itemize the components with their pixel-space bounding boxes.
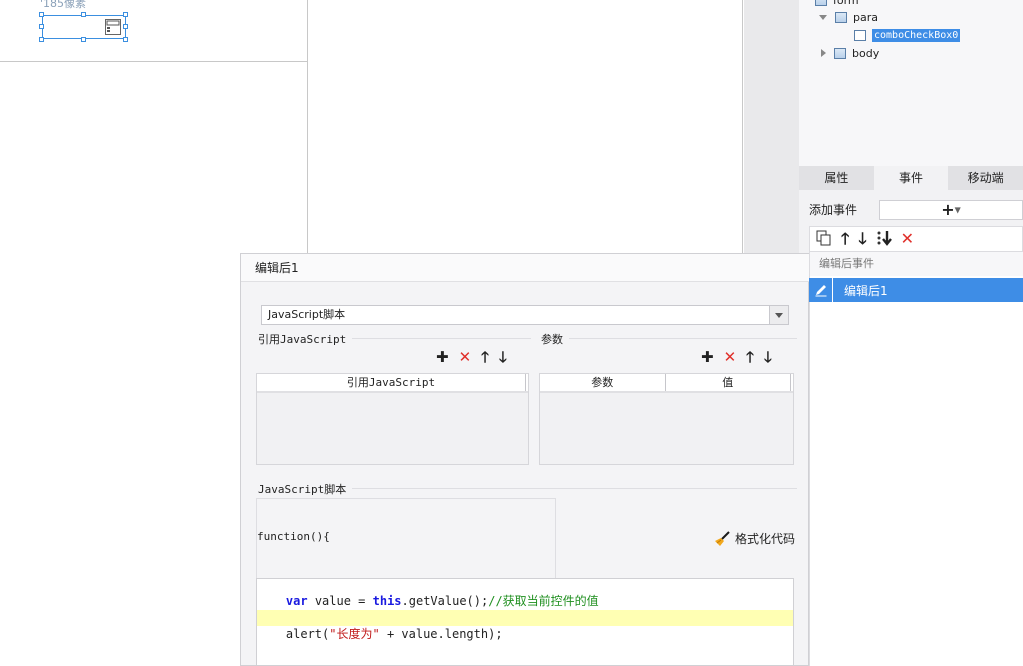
param-table[interactable]: 参数 值 bbox=[539, 373, 794, 465]
code-keyword: var bbox=[285, 594, 308, 608]
code-keyword: this bbox=[372, 594, 402, 608]
tree-item-label: body bbox=[852, 46, 880, 60]
resize-handle[interactable] bbox=[123, 24, 128, 29]
ref-js-toolbar: ✚ ✕ 🡑 🡓 bbox=[436, 350, 507, 365]
tab-mobile[interactable]: 移动端 bbox=[948, 166, 1023, 190]
function-signature: function(){ bbox=[257, 530, 330, 543]
code-text: value = bbox=[307, 594, 373, 608]
expand-arrow-icon[interactable] bbox=[819, 14, 827, 20]
group-divider bbox=[541, 338, 797, 339]
chevron-down-icon: ▼ bbox=[954, 205, 961, 215]
move-up-icon[interactable]: 🡑 bbox=[481, 350, 489, 365]
script-group-label: JavaScript脚本 bbox=[258, 481, 353, 497]
resize-handle[interactable] bbox=[39, 24, 44, 29]
collapse-arrow-icon[interactable] bbox=[821, 49, 826, 57]
combo-list-icon bbox=[854, 29, 866, 41]
move-up-icon[interactable]: 🡑 bbox=[841, 231, 849, 247]
resize-handle[interactable] bbox=[81, 12, 86, 17]
move-down-icon[interactable]: 🡓 bbox=[858, 231, 866, 247]
resize-handle[interactable] bbox=[39, 37, 44, 42]
canvas-divider bbox=[0, 61, 308, 62]
code-text: alert( bbox=[285, 627, 330, 641]
code-text: .getValue(); bbox=[401, 594, 489, 608]
tree-item-body[interactable]: body bbox=[819, 44, 879, 62]
format-code-label: 格式化代码 bbox=[735, 532, 796, 546]
widget-size-hint: '185像素 bbox=[40, 0, 87, 10]
tree-item-label: comboCheckBox0 bbox=[872, 28, 961, 42]
move-up-icon[interactable]: 🡑 bbox=[746, 350, 754, 365]
tree-item-para[interactable]: para bbox=[819, 8, 878, 26]
tree-item-label: para bbox=[853, 10, 878, 24]
plus-icon: + bbox=[941, 200, 955, 219]
form-icon bbox=[815, 0, 827, 6]
panel-icon bbox=[835, 11, 847, 23]
add-event-label: 添加事件 bbox=[809, 203, 858, 217]
move-down-icon[interactable]: 🡓 bbox=[499, 350, 507, 365]
tree-item-label: form bbox=[833, 0, 859, 7]
add-icon[interactable]: ✚ bbox=[436, 350, 449, 365]
table-header: 引用JavaScript bbox=[257, 374, 528, 393]
combo-list-icon bbox=[105, 19, 121, 35]
script-type-select[interactable]: JavaScript脚本 bbox=[261, 305, 789, 325]
resize-handle[interactable] bbox=[39, 12, 44, 17]
delete-icon[interactable]: ✕ bbox=[459, 350, 472, 365]
ref-js-group-label: 引用JavaScript bbox=[258, 331, 353, 347]
resize-handle[interactable] bbox=[81, 37, 86, 42]
move-down-icon[interactable]: 🡓 bbox=[764, 350, 772, 365]
resize-handle[interactable] bbox=[123, 12, 128, 17]
resize-handle[interactable] bbox=[123, 37, 128, 42]
code-line-1[interactable]: var value = this.getValue();//获取当前控件的值 bbox=[257, 577, 793, 608]
combo-checkbox-widget[interactable] bbox=[42, 15, 126, 39]
code-comment: //获取当前控件的值 bbox=[488, 594, 599, 608]
column-header: 引用JavaScript bbox=[257, 374, 526, 391]
delete-icon[interactable]: ✕ bbox=[724, 350, 737, 365]
tab-events[interactable]: 事件 bbox=[873, 166, 949, 190]
add-event-dropdown[interactable]: +▼ bbox=[879, 200, 1023, 220]
widget-tree: form para comboCheckBox0 body bbox=[799, 0, 1023, 166]
format-code-button[interactable]: 格式化代码 bbox=[713, 530, 795, 547]
canvas-gutter bbox=[744, 0, 800, 254]
add-icon[interactable]: ✚ bbox=[701, 350, 714, 365]
panel-icon bbox=[834, 47, 846, 59]
column-header-value: 值 bbox=[666, 374, 791, 391]
script-type-value: JavaScript脚本 bbox=[268, 308, 346, 321]
delete-icon[interactable]: ✕ bbox=[901, 231, 914, 247]
code-editor[interactable]: var value = this.getValue();//获取当前控件的值 a… bbox=[256, 578, 794, 666]
pencil-icon[interactable] bbox=[809, 278, 833, 302]
code-text: + value.length); bbox=[379, 627, 503, 641]
column-header-param: 参数 bbox=[540, 374, 666, 391]
code-string: "长度为" bbox=[329, 627, 380, 641]
param-toolbar: ✚ ✕ 🡑 🡓 bbox=[701, 350, 772, 365]
chevron-down-icon[interactable] bbox=[769, 306, 788, 324]
property-tabs: 属性 事件 移动端 bbox=[799, 166, 1023, 190]
design-canvas-right[interactable] bbox=[309, 0, 743, 254]
move-to-bottom-icon[interactable] bbox=[876, 230, 892, 249]
tab-properties[interactable]: 属性 bbox=[799, 166, 874, 190]
ref-js-table[interactable]: 引用JavaScript bbox=[256, 373, 529, 465]
event-item-label: 编辑后1 bbox=[844, 283, 888, 298]
event-list-item[interactable]: 编辑后1 bbox=[809, 278, 1023, 302]
event-toolbar: 🡑 🡓 ✕ bbox=[809, 226, 1023, 252]
tree-item-combocheckbox0[interactable]: comboCheckBox0 bbox=[854, 26, 961, 44]
param-group-label: 参数 bbox=[541, 331, 569, 347]
event-list-header: 编辑后事件 bbox=[809, 252, 1023, 276]
code-line-2[interactable]: alert("长度为" + value.length); bbox=[257, 610, 793, 641]
copy-icon[interactable] bbox=[816, 230, 832, 249]
dialog-title: 编辑后1 bbox=[241, 254, 809, 282]
broom-icon bbox=[715, 530, 730, 546]
table-header: 参数 值 bbox=[540, 374, 793, 393]
event-list bbox=[809, 276, 1023, 666]
